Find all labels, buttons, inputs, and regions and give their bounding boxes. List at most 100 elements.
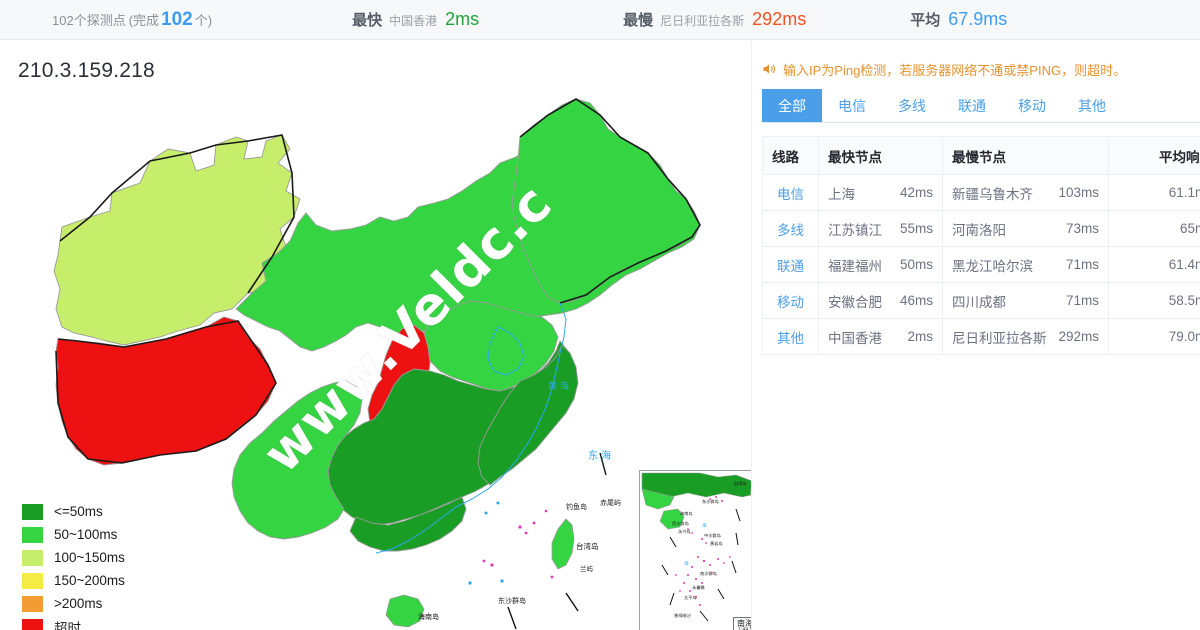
row-slow-mobile: 四川成都 71ms [942,282,1109,319]
row-line-unicom[interactable]: 联通 [762,246,819,283]
inset-label-hainan: 海南岛 [680,510,693,517]
inset-sea-label-a: 海 [702,522,707,529]
row-line-mobile[interactable]: 移动 [762,282,819,319]
island-label-diaoyudao: 钓鱼岛 [566,502,587,511]
fastest-label: 最快 [352,12,383,29]
inset-label-huangyan: 黄岩岛 [710,540,723,547]
legend-label-0: <=50ms [54,504,103,519]
legend-item: >200ms [22,592,125,615]
th-avg-response: 平均响应 [1108,136,1200,175]
fast-node-name: 中国香港 [828,330,882,346]
inset-label-zengmu: 曾母暗沙 [674,612,692,619]
tab-multiline[interactable]: 多线 [882,89,942,122]
table-header-row: 线路 最快节点 最慢节点 平均响应 [762,136,1200,175]
legend-item: 超时 [22,615,125,630]
slowest-label: 最慢 [623,12,654,29]
probe-complete-count: 102 [161,8,193,30]
legend-label-3: 150~200ms [54,573,125,588]
island-dots [482,509,554,579]
slow-node-name: 新疆乌鲁木齐 [952,186,1033,202]
slow-node-ms: 292ms [1058,329,1099,344]
legend-swatch-2 [22,549,43,566]
row-line-telecom[interactable]: 电信 [762,174,819,211]
legend-item: 100~150ms [22,546,125,569]
table-row[interactable]: 其他 中国香港 2ms 尼日利亚拉各斯 292ms 79.0ms [762,318,1200,355]
fast-node-ms: 42ms [899,185,933,200]
inset-sea-label-b: 海 [684,560,689,567]
legend-swatch-5 [22,618,43,630]
legend-swatch-3 [22,572,43,589]
row-line-multiline[interactable]: 多线 [762,210,819,247]
tab-all[interactable]: 全部 [762,89,822,122]
probe-points-label: 102个探测点 [52,12,126,28]
tab-telecom[interactable]: 电信 [822,89,882,122]
ping-notice-text: 输入IP为Ping检测，若服务器网络不通或禁PING，则超时。 [783,63,1127,78]
fastest-value: 2ms [445,9,480,29]
map-panel: 210.3.159.218 .prov { stroke:#9a9a9a; st… [0,41,752,630]
row-avg-mobile: 58.5ms [1108,282,1200,319]
slow-node-name: 黑龙江哈尔滨 [952,258,1033,274]
row-fast-other: 中国香港 2ms [818,318,943,355]
inset-label-taiwan: 台湾岛 [734,480,747,487]
stats-topbar: 102个探测点 (完成 102 个) 最快 中国香港 2ms 最慢 尼日利亚拉各… [0,0,1200,40]
ping-results-table: 线路 最快节点 最慢节点 平均响应 电信 上海 42ms [762,136,1200,355]
fast-node-ms: 2ms [907,329,933,344]
region-northeast [511,98,701,304]
slow-node-ms: 71ms [1065,257,1099,272]
island-label-taiwan: 台湾岛 [576,541,599,551]
fast-node-name: 安徽合肥 [828,294,882,310]
region-taiwan [551,518,575,570]
slowest-value: 292ms [752,9,807,29]
latency-legend: <=50ms 50~100ms 100~150ms 150~200ms >200… [22,500,125,630]
row-fast-telecom: 上海 42ms [818,174,943,211]
region-hainan [385,594,425,628]
row-line-other[interactable]: 其他 [762,318,819,355]
inset-label-yongshu: 永暑礁 [692,584,705,591]
legend-label-5: 超时 [54,620,81,630]
row-fast-mobile: 安徽合肥 46ms [818,282,943,319]
inset-title-box: 南海诸岛 1:44 500 000 [733,617,751,630]
fast-node-name: 福建福州 [828,258,882,274]
isp-tabs[interactable]: 全部 电信 多线 联通 移动 其他 [762,89,1200,123]
legend-swatch-0 [22,503,43,520]
legend-label-2: 100~150ms [54,550,125,565]
row-slow-telecom: 新疆乌鲁木齐 103ms [942,174,1109,211]
average-value: 67.9ms [948,9,1008,29]
th-line: 线路 [762,136,819,175]
slow-node-ms: 73ms [1065,221,1099,236]
table-row[interactable]: 联通 福建福州 50ms 黑龙江哈尔滨 71ms 61.4ms [762,246,1200,283]
sea-label-huanghai: 黄 海 [548,380,569,392]
slow-node-ms: 103ms [1058,185,1099,200]
results-panel: 输入IP为Ping检测，若服务器网络不通或禁PING，则超时。 全部 电信 多线… [753,41,1200,630]
legend-item: 50~100ms [22,523,125,546]
island-label-hainan: 海南岛 [418,612,439,621]
sea-label-donghai: 东 海 [588,449,611,462]
row-avg-other: 79.0ms [1108,318,1200,355]
table-row[interactable]: 多线 江苏镇江 55ms 河南洛阳 73ms 65ms [762,210,1200,247]
ping-test-page: 102个探测点 (完成 102 个) 最快 中国香港 2ms 最慢 尼日利亚拉各… [0,0,1200,630]
legend-swatch-4 [22,595,43,612]
row-fast-unicom: 福建福州 50ms [818,246,943,283]
fast-node-ms: 50ms [899,257,933,272]
legend-label-1: 50~100ms [54,527,118,542]
table-row[interactable]: 移动 安徽合肥 46ms 四川成都 71ms 58.5ms [762,282,1200,319]
inset-label-nansha: 南沙群岛 [700,570,717,577]
tab-other[interactable]: 其他 [1062,89,1122,122]
legend-item: 150~200ms [22,569,125,592]
table-body: 电信 上海 42ms 新疆乌鲁木齐 103ms 61.1ms [762,174,1200,355]
inset-label-zhongsha: 中沙群岛 [704,532,721,539]
tab-mobile[interactable]: 移动 [1002,89,1062,122]
probe-complete-prefix: (完成 [128,12,160,28]
fast-node-ms: 55ms [899,221,933,236]
table-head: 线路 最快节点 最慢节点 平均响应 [762,136,1200,175]
table-row[interactable]: 电信 上海 42ms 新疆乌鲁木齐 103ms 61.1ms [762,174,1200,211]
th-fast-node: 最快节点 [818,136,943,175]
row-slow-other: 尼日利亚拉各斯 292ms [942,318,1109,355]
tab-unicom[interactable]: 联通 [942,89,1002,122]
fast-node-name: 上海 [828,186,855,202]
row-avg-multiline: 65ms [1108,210,1200,247]
average-label: 平均 [910,12,941,29]
row-slow-unicom: 黑龙江哈尔滨 71ms [942,246,1109,283]
ping-notice: 输入IP为Ping检测，若服务器网络不通或禁PING，则超时。 [762,60,1126,79]
legend-label-4: >200ms [54,596,103,611]
